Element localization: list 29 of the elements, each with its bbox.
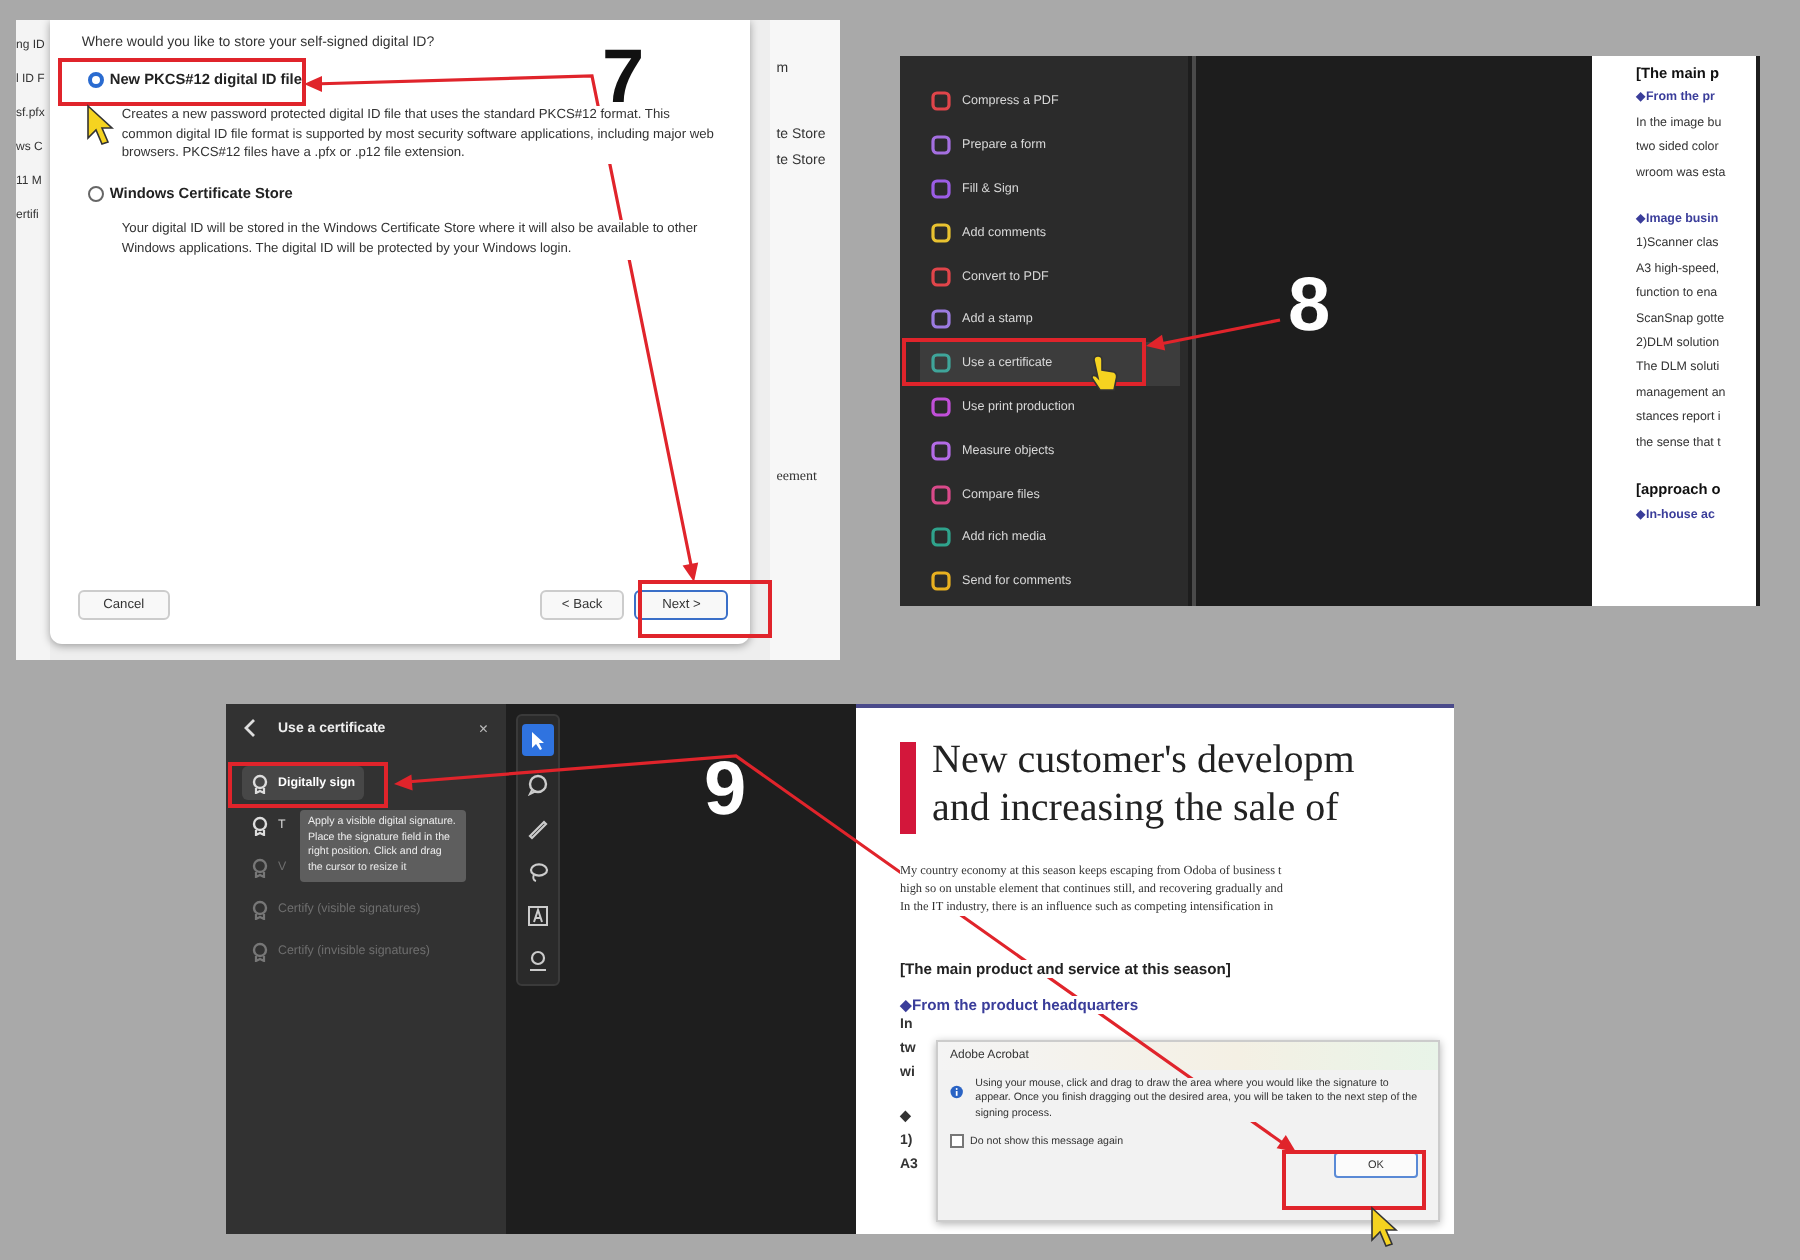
badge-icon — [250, 941, 270, 961]
comment-icon — [526, 772, 550, 796]
tool-button[interactable] — [522, 900, 554, 932]
cursor-icon — [1371, 1206, 1399, 1247]
back-icon — [242, 718, 258, 738]
tool-button[interactable] — [522, 724, 554, 756]
checkbox[interactable] — [950, 1134, 964, 1149]
stamp-icon — [526, 948, 550, 972]
badge-icon — [250, 815, 270, 835]
document-title: New customer's developm — [932, 736, 1355, 784]
radio-button[interactable] — [87, 185, 104, 202]
highlight-frame — [1282, 1150, 1426, 1210]
lasso-icon — [526, 860, 550, 884]
close-button[interactable]: × — [470, 719, 496, 737]
radio-button[interactable] — [87, 71, 104, 87]
text-box-icon — [526, 904, 550, 928]
document-title: and increasing the sale of — [932, 784, 1341, 832]
highlight-frame — [638, 580, 772, 638]
badge-icon — [250, 899, 270, 919]
hand-cursor-icon — [1091, 355, 1118, 391]
pen-icon — [526, 816, 550, 840]
badge-icon — [250, 773, 270, 793]
step-number: 9 — [704, 760, 747, 820]
step-number: 7 — [602, 48, 645, 108]
accent-bar — [900, 742, 916, 834]
badge-icon — [250, 857, 270, 877]
step-number: 8 — [1288, 276, 1331, 336]
annotation-arrow — [1146, 318, 1281, 351]
cursor-icon — [87, 104, 115, 145]
